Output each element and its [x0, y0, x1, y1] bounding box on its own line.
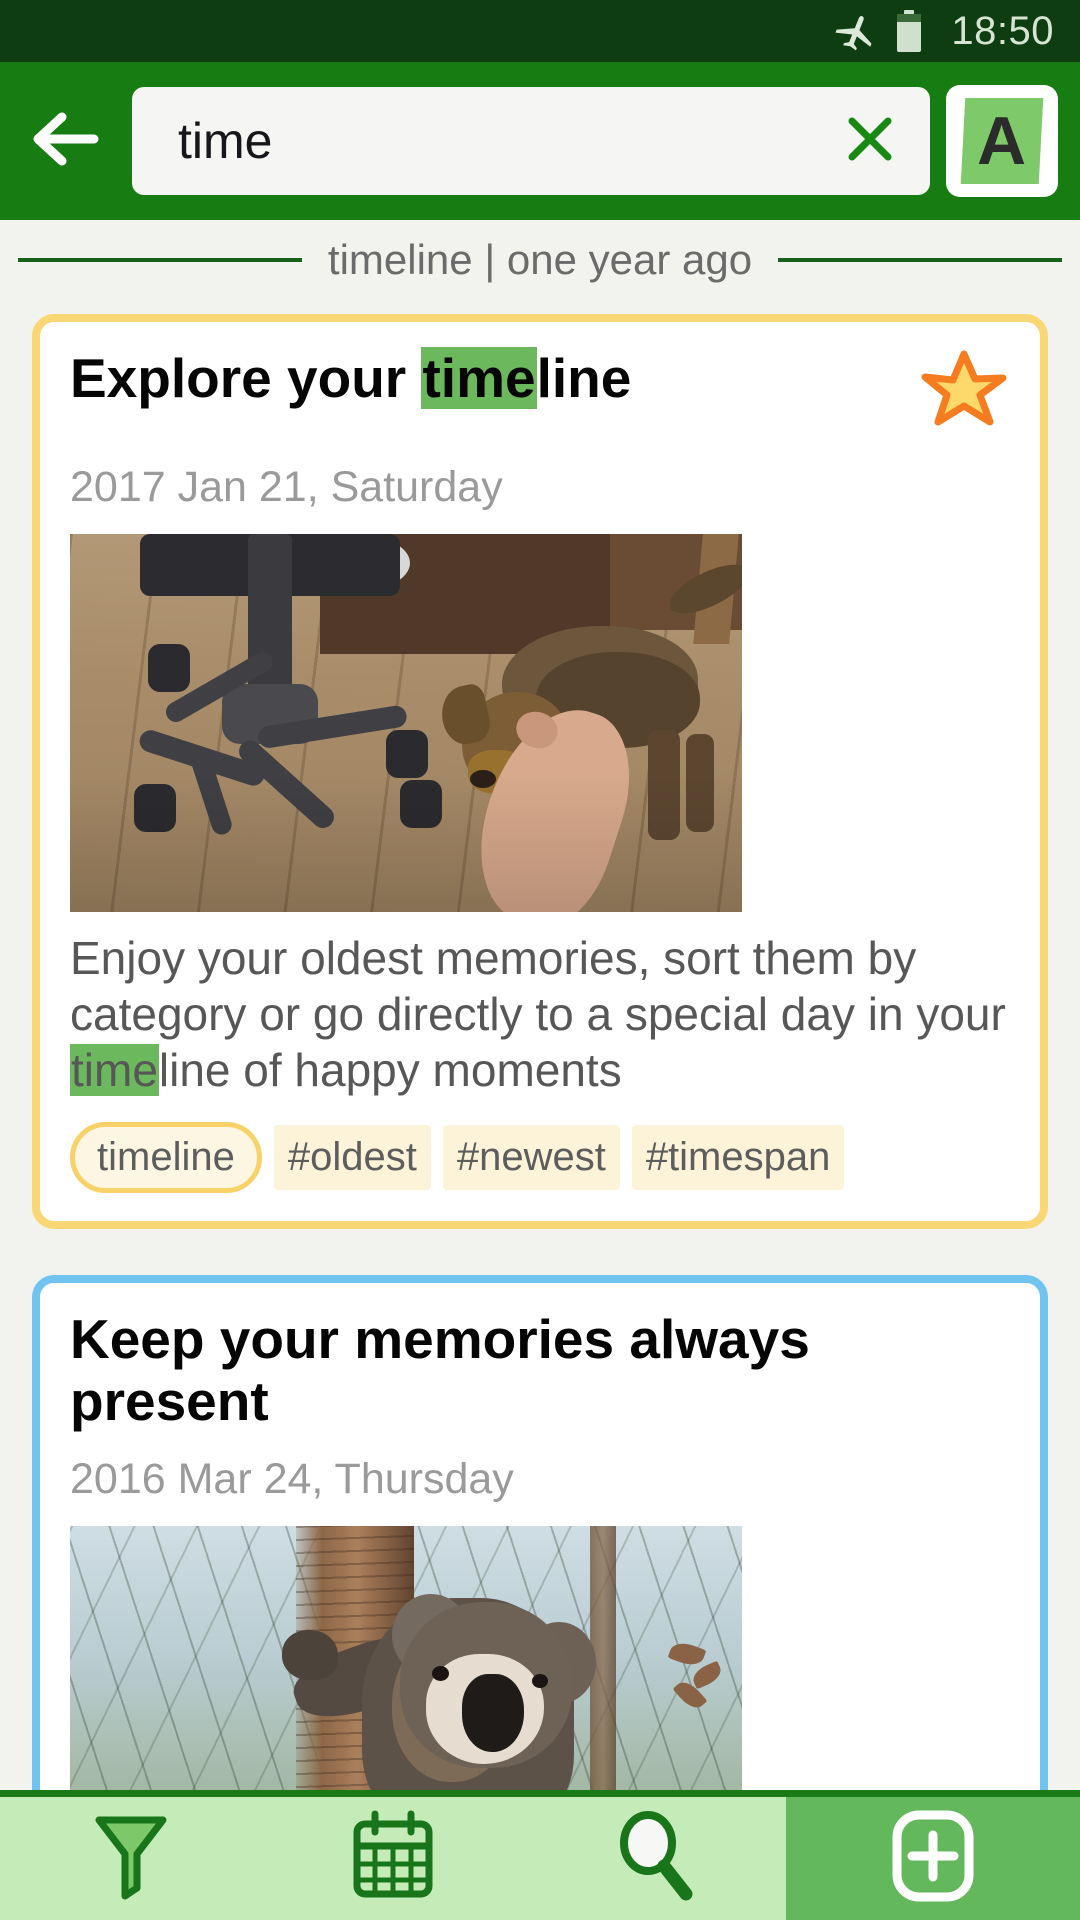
plus-icon — [887, 1807, 979, 1910]
divider-left — [18, 258, 302, 262]
search-button[interactable] — [524, 1797, 786, 1920]
bottom-nav-left-group — [0, 1797, 786, 1920]
tag-chip[interactable]: #timespan — [631, 1125, 845, 1191]
status-icons: 18:50 — [835, 8, 1054, 54]
status-time: 18:50 — [951, 8, 1054, 53]
card-header: Explore your timeline — [70, 347, 1010, 441]
calendar-button[interactable] — [262, 1797, 524, 1920]
airplane-mode-icon — [835, 8, 881, 54]
divider-right — [778, 258, 1063, 262]
card-tag-list: timeline #oldest #newest #timespan — [70, 1122, 1010, 1194]
search-input[interactable]: time — [178, 112, 834, 170]
card-body-text-after: line of happy moments — [158, 1044, 622, 1097]
card-title: Explore your timeline — [70, 347, 900, 410]
back-button[interactable] — [0, 62, 132, 220]
filter-funnel-icon — [91, 1810, 171, 1907]
memory-card[interactable]: Keep your memories always present 2016 M… — [32, 1275, 1048, 1790]
search-field[interactable]: time — [132, 87, 930, 195]
app-screen: 18:50 time A timeline | one year ago Exp… — [0, 0, 1080, 1920]
card-body: Enjoy your oldest memories, sort them by… — [70, 930, 1010, 1098]
filter-button[interactable] — [0, 1797, 262, 1920]
card-title-highlight: time — [421, 347, 537, 409]
card-body-highlight: time — [70, 1044, 159, 1097]
back-arrow-icon — [28, 109, 104, 174]
clear-search-button[interactable] — [834, 105, 906, 177]
abc-icon: A — [960, 98, 1044, 184]
memory-card-list[interactable]: Explore your timeline 2017 Jan 21, Satur… — [0, 300, 1080, 1790]
card-header: Keep your memories always present — [70, 1308, 1010, 1432]
card-body-text-before: Enjoy your oldest memories, sort them by… — [70, 932, 1006, 1041]
status-bar: 18:50 — [0, 0, 1080, 62]
add-button[interactable] — [786, 1797, 1080, 1920]
card-title: Keep your memories always present — [70, 1308, 810, 1432]
calendar-icon — [349, 1810, 437, 1907]
battery-icon — [897, 10, 922, 52]
koala-in-eucalyptus-tree-photo[interactable] — [70, 1525, 742, 1790]
bottom-navigation-bar — [0, 1790, 1080, 1920]
favorite-toggle[interactable] — [900, 348, 1010, 441]
tag-chip[interactable]: #oldest — [273, 1125, 431, 1191]
card-date: 2017 Jan 21, Saturday — [70, 463, 503, 511]
star-icon — [918, 348, 1010, 441]
search-magnifier-icon — [612, 1810, 698, 1907]
card-date: 2016 Mar 24, Thursday — [70, 1454, 514, 1503]
section-header: timeline | one year ago — [0, 220, 1080, 300]
close-x-icon — [839, 108, 901, 175]
abc-mode-button[interactable]: A — [946, 85, 1058, 197]
abc-button-label: A — [977, 103, 1027, 179]
section-header-label: timeline | one year ago — [327, 236, 753, 283]
puppy-on-wooden-floor-photo[interactable] — [70, 534, 742, 912]
card-title-text-after: line — [536, 347, 632, 409]
card-title-text-before: Explore your — [70, 347, 422, 409]
memory-card[interactable]: Explore your timeline 2017 Jan 21, Satur… — [32, 314, 1048, 1230]
app-bar: time A — [0, 62, 1080, 220]
tag-chip[interactable]: #newest — [442, 1125, 620, 1191]
tag-chip[interactable]: timeline — [70, 1122, 262, 1194]
